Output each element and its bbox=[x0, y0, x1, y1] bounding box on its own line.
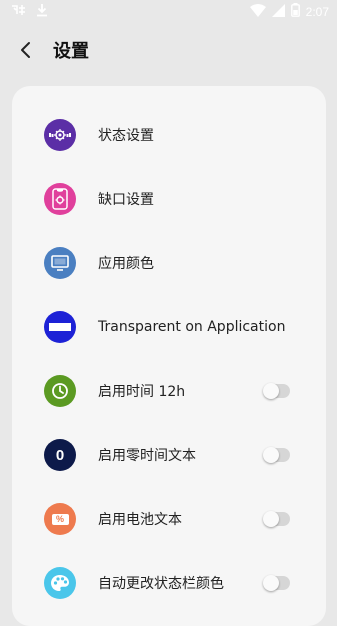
battery-percent-icon: % bbox=[44, 503, 76, 535]
setting-auto-change-statusbar-color[interactable]: 自动更改状态栏颜色 bbox=[12, 551, 326, 615]
app-notification-icon bbox=[10, 3, 26, 20]
status-settings-icon bbox=[44, 119, 76, 151]
setting-transparent-on-application[interactable]: Transparent on Application bbox=[12, 295, 326, 359]
clock-icon bbox=[44, 375, 76, 407]
transparent-icon bbox=[44, 311, 76, 343]
zero-time-text-toggle[interactable] bbox=[263, 447, 290, 463]
setting-label: 缺口设置 bbox=[98, 192, 154, 208]
signal-icon bbox=[271, 3, 285, 20]
notch-settings-icon bbox=[44, 183, 76, 215]
setting-enable-time-12h[interactable]: 启用时间 12h bbox=[12, 359, 326, 423]
setting-enable-battery-text[interactable]: % 启用电池文本 bbox=[12, 487, 326, 551]
status-bar: 2:07 bbox=[0, 0, 337, 22]
battery-text-toggle[interactable] bbox=[263, 511, 290, 527]
back-arrow-icon bbox=[21, 41, 30, 58]
setting-label: 启用时间 12h bbox=[98, 384, 186, 400]
wifi-icon bbox=[249, 3, 266, 20]
setting-label: 状态设置 bbox=[98, 128, 154, 144]
download-icon bbox=[36, 3, 48, 20]
toggle-knob bbox=[263, 383, 279, 399]
percent-icon-text: % bbox=[55, 514, 64, 524]
zero-icon: 0 bbox=[44, 439, 76, 471]
setting-enable-zero-time-text[interactable]: 0 启用零时间文本 bbox=[12, 423, 326, 487]
auto-statusbar-color-toggle[interactable] bbox=[263, 575, 290, 591]
status-bar-left bbox=[10, 3, 48, 20]
palette-icon bbox=[44, 567, 76, 599]
battery-percent-badge: % bbox=[51, 513, 69, 525]
setting-label: 应用颜色 bbox=[98, 256, 154, 272]
time-12h-toggle[interactable] bbox=[263, 383, 290, 399]
app-color-icon bbox=[44, 247, 76, 279]
setting-app-color[interactable]: 应用颜色 bbox=[12, 231, 326, 295]
setting-label: 自动更改状态栏颜色 bbox=[98, 576, 224, 592]
toggle-knob bbox=[263, 447, 279, 463]
status-bar-right: 2:07 bbox=[249, 3, 329, 20]
page-title: 设置 bbox=[53, 40, 89, 62]
toggle-knob bbox=[263, 511, 279, 527]
back-button[interactable] bbox=[13, 37, 39, 63]
toggle-knob bbox=[263, 575, 279, 591]
status-time: 2:07 bbox=[305, 4, 329, 19]
setting-label: 启用零时间文本 bbox=[98, 448, 196, 464]
setting-status-settings[interactable]: 状态设置 bbox=[12, 103, 326, 167]
setting-notch-settings[interactable]: 缺口设置 bbox=[12, 167, 326, 231]
top-app-bar: 设置 bbox=[0, 22, 337, 77]
setting-label: 启用电池文本 bbox=[98, 512, 182, 528]
setting-label: Transparent on Application bbox=[98, 319, 286, 335]
settings-card: 状态设置 缺口设置 应用颜色 Transparent on Applicatio… bbox=[12, 86, 326, 626]
battery-icon bbox=[290, 3, 300, 20]
zero-icon-text: 0 bbox=[55, 446, 65, 464]
